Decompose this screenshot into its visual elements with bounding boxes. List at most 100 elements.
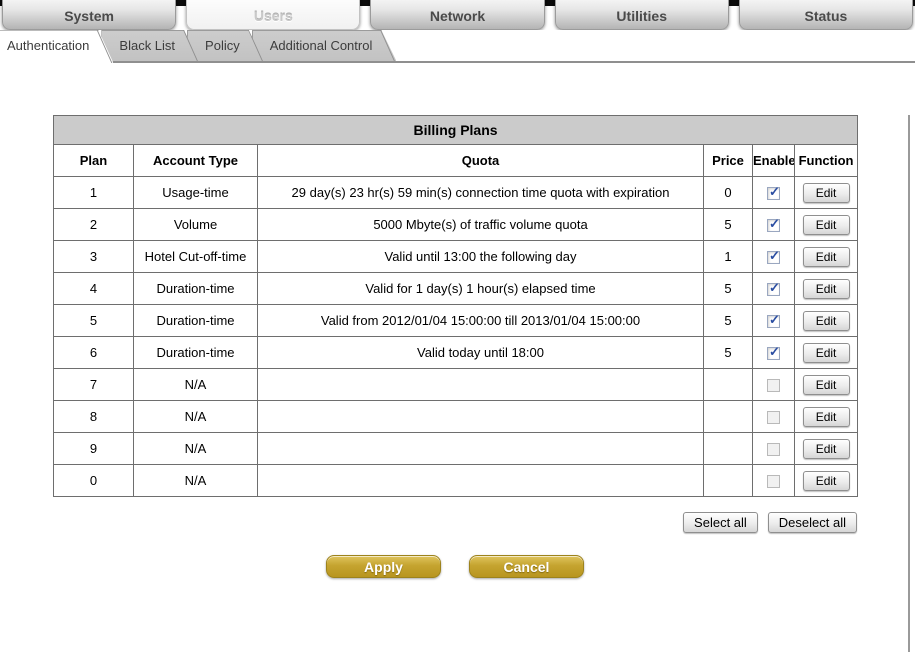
function-cell: Edit <box>795 273 858 305</box>
quota-cell <box>258 433 704 465</box>
enable-cell <box>753 241 795 273</box>
plan-cell: 9 <box>54 433 134 465</box>
tab-authentication[interactable]: Authentication <box>0 30 113 63</box>
function-cell: Edit <box>795 337 858 369</box>
edit-button[interactable]: Edit <box>803 311 850 331</box>
price-cell <box>704 401 753 433</box>
plan-cell: 8 <box>54 401 134 433</box>
table-row: 3Hotel Cut-off-timeValid until 13:00 the… <box>54 241 858 273</box>
plan-cell: 5 <box>54 305 134 337</box>
quota-cell: 29 day(s) 23 hr(s) 59 min(s) connection … <box>258 177 704 209</box>
nav-button-network[interactable]: Network <box>370 0 544 30</box>
account-type-cell: N/A <box>134 401 258 433</box>
tab-black-list[interactable]: Black List <box>101 30 199 61</box>
table-row: 2Volume5000 Mbyte(s) of traffic volume q… <box>54 209 858 241</box>
tab-label: Authentication <box>7 38 89 53</box>
enable-cell <box>753 337 795 369</box>
edit-button[interactable]: Edit <box>803 343 850 363</box>
sub-tab-bar: Authentication Black List Policy Additio… <box>0 30 915 63</box>
billing-plans-table: Billing Plans Plan Account Type Quota Pr… <box>53 115 858 497</box>
table-row: 8N/A Edit <box>54 401 858 433</box>
price-cell: 0 <box>704 177 753 209</box>
apply-button[interactable]: Apply <box>326 555 441 578</box>
account-type-cell: Volume <box>134 209 258 241</box>
enable-checkbox[interactable] <box>767 443 780 456</box>
plan-cell: 3 <box>54 241 134 273</box>
function-cell: Edit <box>795 401 858 433</box>
column-header-quota: Quota <box>258 145 704 177</box>
nav-button-status[interactable]: Status <box>739 0 913 30</box>
column-header-enable: Enable <box>753 145 795 177</box>
nav-button-bar: System Users Network Utilities Status <box>2 0 913 30</box>
plan-cell: 6 <box>54 337 134 369</box>
table-row: 4Duration-timeValid for 1 day(s) 1 hour(… <box>54 273 858 305</box>
table-row: 6Duration-timeValid today until 18:005Ed… <box>54 337 858 369</box>
enable-cell <box>753 465 795 497</box>
edit-button[interactable]: Edit <box>803 215 850 235</box>
account-type-cell: N/A <box>134 465 258 497</box>
cancel-button[interactable]: Cancel <box>469 555 584 578</box>
table-row: 9N/A Edit <box>54 433 858 465</box>
nav-button-users[interactable]: Users <box>186 0 360 30</box>
edit-button[interactable]: Edit <box>803 279 850 299</box>
tab-additional-control[interactable]: Additional Control <box>252 30 397 61</box>
quota-cell: Valid today until 18:00 <box>258 337 704 369</box>
enable-cell <box>753 369 795 401</box>
edit-button[interactable]: Edit <box>803 471 850 491</box>
nav-button-utilities[interactable]: Utilities <box>555 0 729 30</box>
selection-button-row: Select all Deselect all <box>53 512 857 533</box>
deselect-all-button[interactable]: Deselect all <box>768 512 857 533</box>
table-row: 7N/AEdit <box>54 369 858 401</box>
nav-button-system[interactable]: System <box>2 0 176 30</box>
enable-cell <box>753 401 795 433</box>
column-header-plan: Plan <box>54 145 134 177</box>
top-navigation: System Users Network Utilities Status <box>0 0 915 30</box>
function-cell: Edit <box>795 177 858 209</box>
price-cell <box>704 369 753 401</box>
edit-button[interactable]: Edit <box>803 439 850 459</box>
edit-button[interactable]: Edit <box>803 375 850 395</box>
enable-checkbox[interactable] <box>767 475 780 488</box>
enable-checkbox[interactable] <box>767 283 780 296</box>
plan-cell: 4 <box>54 273 134 305</box>
content-area: Billing Plans Plan Account Type Quota Pr… <box>0 115 910 652</box>
function-cell: Edit <box>795 241 858 273</box>
table-row: 1Usage-time29 day(s) 23 hr(s) 59 min(s) … <box>54 177 858 209</box>
edit-button[interactable]: Edit <box>803 247 850 267</box>
account-type-cell: Duration-time <box>134 305 258 337</box>
function-cell: Edit <box>795 433 858 465</box>
enable-checkbox[interactable] <box>767 347 780 360</box>
column-header-account-type: Account Type <box>134 145 258 177</box>
account-type-cell: Usage-time <box>134 177 258 209</box>
tab-edge <box>380 30 395 61</box>
tab-label: Additional Control <box>270 38 373 53</box>
enable-checkbox[interactable] <box>767 219 780 232</box>
function-cell: Edit <box>795 305 858 337</box>
price-cell: 5 <box>704 209 753 241</box>
price-cell: 1 <box>704 241 753 273</box>
tab-label: Black List <box>119 38 175 53</box>
enable-checkbox[interactable] <box>767 251 780 264</box>
enable-checkbox[interactable] <box>767 187 780 200</box>
enable-cell <box>753 209 795 241</box>
billing-rows: 1Usage-time29 day(s) 23 hr(s) 59 min(s) … <box>54 177 858 497</box>
quota-cell <box>258 401 704 433</box>
quota-cell <box>258 369 704 401</box>
enable-checkbox[interactable] <box>767 315 780 328</box>
enable-checkbox[interactable] <box>767 411 780 424</box>
plan-cell: 0 <box>54 465 134 497</box>
edit-button[interactable]: Edit <box>803 183 850 203</box>
enable-cell <box>753 273 795 305</box>
function-cell: Edit <box>795 465 858 497</box>
edit-button[interactable]: Edit <box>803 407 850 427</box>
price-cell <box>704 465 753 497</box>
enable-cell <box>753 177 795 209</box>
price-cell: 5 <box>704 273 753 305</box>
select-all-button[interactable]: Select all <box>683 512 758 533</box>
plan-cell: 7 <box>54 369 134 401</box>
enable-checkbox[interactable] <box>767 379 780 392</box>
account-type-cell: N/A <box>134 433 258 465</box>
quota-cell: 5000 Mbyte(s) of traffic volume quota <box>258 209 704 241</box>
function-cell: Edit <box>795 369 858 401</box>
plan-cell: 1 <box>54 177 134 209</box>
